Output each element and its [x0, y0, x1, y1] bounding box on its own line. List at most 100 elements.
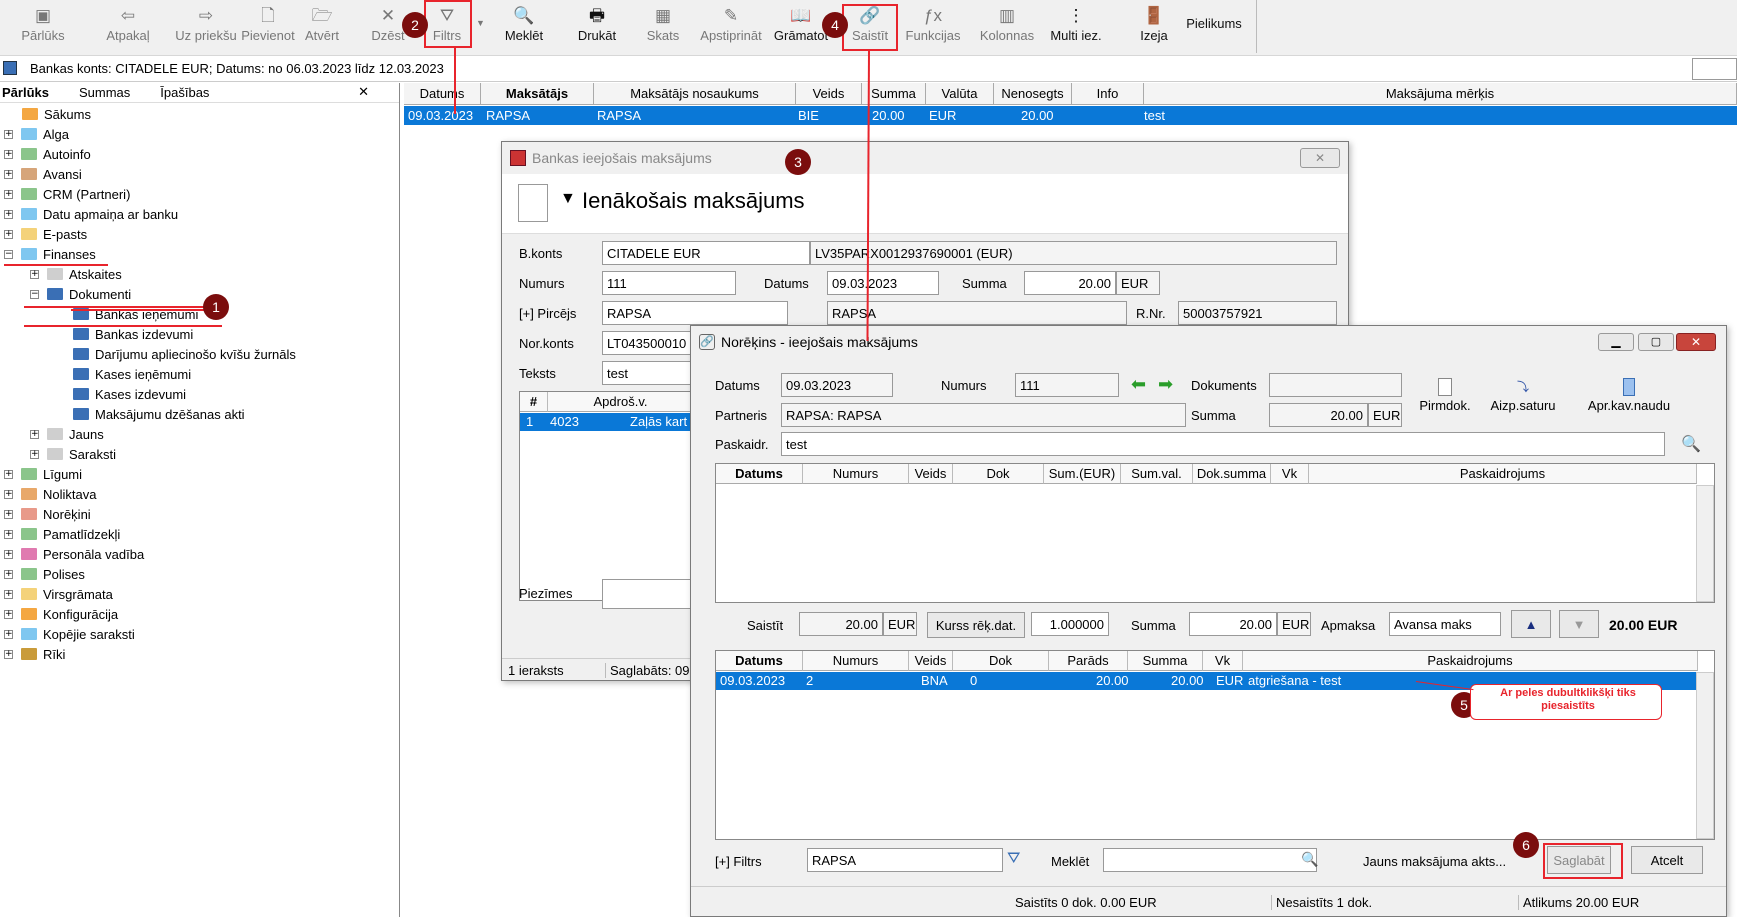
- tree-item[interactable]: + Autoinfo: [4, 144, 91, 164]
- tree-item[interactable]: + Avansi: [4, 164, 82, 184]
- maximize-button[interactable]: ▢: [1638, 333, 1674, 351]
- back-arrow-button[interactable]: ⇦ Atpakaļ: [102, 0, 154, 50]
- pirmdok-button[interactable]: Pirmdok.: [1413, 378, 1477, 413]
- columns-button[interactable]: ▥ Kolonnas: [977, 0, 1037, 50]
- filter-dropdown-icon[interactable]: ▼: [476, 18, 485, 28]
- filtrs-field[interactable]: RAPSA: [807, 848, 1003, 872]
- collapse-icon[interactable]: −: [4, 249, 13, 259]
- tree-item[interactable]: +Maksājumu dzēšanas akti: [56, 404, 245, 424]
- expand-icon[interactable]: +: [4, 529, 13, 539]
- pircejs-select[interactable]: RAPSA: [602, 301, 788, 325]
- column-header[interactable]: Paskaidrojums: [1243, 651, 1698, 671]
- open-folder-button[interactable]: 🗁 Atvērt: [302, 0, 342, 50]
- column-header[interactable]: Veids: [909, 464, 953, 484]
- cancel-button[interactable]: Atcelt: [1631, 846, 1703, 874]
- column-header[interactable]: Dok: [953, 464, 1044, 484]
- search-button[interactable]: 🔍 Meklēt: [500, 0, 548, 50]
- tree-item[interactable]: + Jauns: [30, 424, 104, 444]
- tree-item[interactable]: +Bankas izdevumi: [56, 324, 193, 344]
- move-up-button[interactable]: ▲: [1511, 610, 1551, 638]
- norkonts-field[interactable]: LT043500010: [602, 331, 692, 355]
- column-header[interactable]: Numurs: [803, 464, 909, 484]
- jauns-akts-link[interactable]: Jauns maksājuma akts...: [1363, 854, 1506, 869]
- column-header[interactable]: Info: [1072, 83, 1144, 105]
- column-header[interactable]: Sum.(EUR): [1044, 464, 1121, 484]
- tree-item[interactable]: + Virsgrāmata: [4, 584, 113, 604]
- printer-button[interactable]: 🖶 Drukāt: [572, 0, 622, 50]
- column-header[interactable]: Valūta: [926, 83, 994, 105]
- column-header[interactable]: Datums: [716, 651, 803, 671]
- tree-item[interactable]: +Kases izdevumi: [56, 384, 186, 404]
- tree-item[interactable]: − Finanses: [4, 244, 96, 264]
- column-header[interactable]: Maksātājs: [481, 83, 594, 105]
- paskaidr-field[interactable]: test: [781, 432, 1665, 456]
- settlement-dialog-titlebar[interactable]: 🔗 Norēķins - ieejošais maksājums ▁ ▢ ✕: [691, 326, 1726, 358]
- expand-icon[interactable]: +: [4, 649, 13, 659]
- expand-icon[interactable]: +: [30, 269, 39, 279]
- datums-field[interactable]: 09.03.2023: [827, 271, 939, 295]
- collapse-icon[interactable]: −: [30, 289, 39, 299]
- tree-item[interactable]: + Noliktava: [4, 484, 96, 504]
- numurs-field[interactable]: 111: [602, 271, 736, 295]
- expand-icon[interactable]: +: [4, 509, 13, 519]
- tree-item[interactable]: + Kopējie saraksti: [4, 624, 135, 644]
- tree-item[interactable]: + Polises: [4, 564, 85, 584]
- meklet-field[interactable]: [1103, 848, 1317, 872]
- tree-item[interactable]: + E-pasts: [4, 224, 87, 244]
- column-header[interactable]: Summa: [862, 83, 926, 105]
- aizp-saturu-button[interactable]: ⤵ Aizp.saturu: [1483, 378, 1563, 413]
- expand-icon[interactable]: +: [4, 569, 13, 579]
- exit-door-button[interactable]: 🚪 Izeja: [1128, 0, 1180, 50]
- forward-arrow-icon[interactable]: ➡: [1158, 374, 1173, 395]
- column-header[interactable]: Datums: [716, 464, 803, 484]
- apr-kav-naudu-button[interactable]: Apr.kav.naudu: [1579, 378, 1679, 413]
- kurss-button[interactable]: Kurss rēķ.dat.: [927, 612, 1025, 638]
- expand-icon[interactable]: +: [30, 429, 39, 439]
- summa-field[interactable]: 20.00: [1024, 271, 1116, 295]
- teksts-field[interactable]: test: [602, 361, 692, 385]
- apmaksa-select[interactable]: Avansa maks: [1389, 612, 1501, 636]
- back-arrow-icon[interactable]: ⬅: [1131, 374, 1146, 395]
- scrollbar[interactable]: [1696, 672, 1714, 839]
- tree-item[interactable]: +Sākums: [22, 104, 91, 124]
- tree-item[interactable]: + Datu apmaiņa ar banku: [4, 204, 178, 224]
- tree-item[interactable]: + Pamatlīdzekļi: [4, 524, 120, 544]
- tree-item[interactable]: + CRM (Partneri): [4, 184, 130, 204]
- filter-icon[interactable]: ⛛: [1007, 850, 1020, 868]
- expand-icon[interactable]: +: [4, 189, 13, 199]
- forward-arrow-button[interactable]: ⇨ Uz priekšu: [171, 0, 241, 50]
- attachment-button[interactable]: Pielikums: [1182, 0, 1246, 50]
- function-button[interactable]: ƒx Funkcijas: [906, 0, 961, 50]
- tree-item[interactable]: +Kases ieņēmumi: [56, 364, 191, 384]
- expand-icon[interactable]: +: [4, 629, 13, 639]
- scrollbar[interactable]: [1696, 485, 1714, 602]
- tree-item[interactable]: + Konfigurācija: [4, 604, 118, 624]
- tab-parluks[interactable]: Pārlūks: [2, 85, 49, 100]
- piezimes-field[interactable]: [602, 579, 692, 609]
- expand-icon[interactable]: +: [4, 209, 13, 219]
- column-header[interactable]: Sum.val.: [1121, 464, 1193, 484]
- search-icon[interactable]: 🔍: [1301, 851, 1318, 868]
- expand-icon[interactable]: +: [4, 549, 13, 559]
- tree-item[interactable]: + Rīki: [4, 644, 65, 664]
- approve-button[interactable]: ✎ Apstiprināt: [696, 0, 766, 50]
- tree-item[interactable]: + Alga: [4, 124, 69, 144]
- bank-dialog-close-button[interactable]: ✕: [1300, 148, 1340, 168]
- column-header[interactable]: Maksājuma mērķis: [1144, 83, 1737, 105]
- tree-item[interactable]: + Atskaites: [30, 264, 122, 284]
- tree-item[interactable]: + Saraksti: [30, 444, 116, 464]
- tab-ipasibas[interactable]: Īpašības: [160, 85, 209, 100]
- more-vertical-button[interactable]: ⋮ Multi iez.: [1048, 0, 1104, 50]
- column-header[interactable]: Dok: [953, 651, 1049, 671]
- expand-icon[interactable]: +: [4, 149, 13, 159]
- column-header[interactable]: Nenosegts: [994, 83, 1072, 105]
- tree-item[interactable]: + Līgumi: [4, 464, 82, 484]
- expand-icon[interactable]: +: [4, 229, 13, 239]
- view-grid-button[interactable]: ▦ Skats: [643, 0, 683, 50]
- expand-icon[interactable]: +: [4, 489, 13, 499]
- move-down-button[interactable]: ▼: [1559, 610, 1599, 638]
- tree-item[interactable]: + Personāla vadība: [4, 544, 144, 564]
- tree-item[interactable]: + Norēķini: [4, 504, 91, 524]
- search-icon[interactable]: 🔍: [1681, 434, 1701, 454]
- kurss-field[interactable]: 1.000000: [1031, 612, 1109, 636]
